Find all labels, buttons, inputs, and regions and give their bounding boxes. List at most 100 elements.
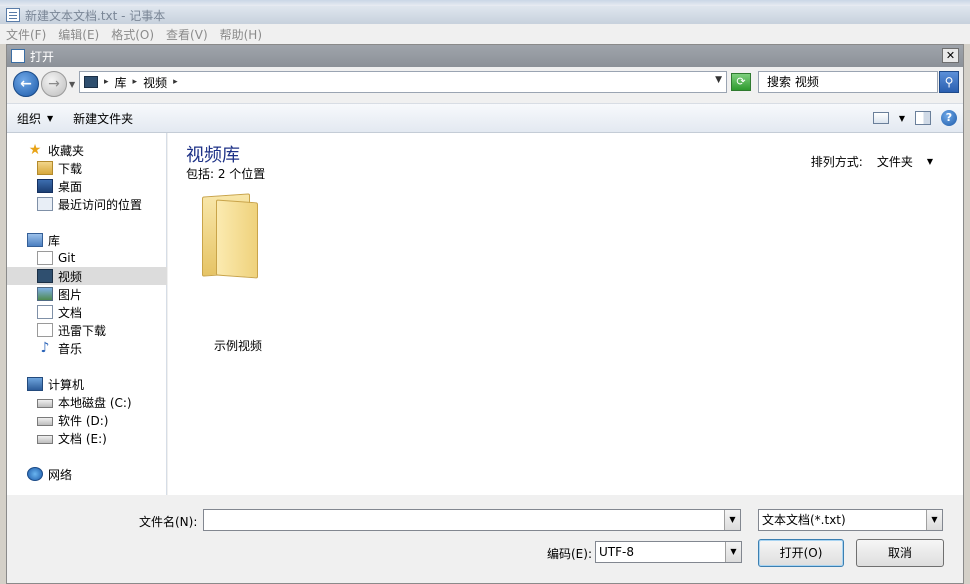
arrange-by-value[interactable]: 文件夹	[877, 153, 913, 170]
notepad-title: 新建文本文档.txt - 记事本	[25, 8, 166, 23]
notepad-title-bar: 新建文本文档.txt - 记事本	[0, 6, 970, 24]
nav-videos-label: 视频	[58, 269, 83, 284]
nav-drive-d-label: 软件 (D:)	[58, 413, 109, 428]
chevron-down-icon[interactable]: ▼	[725, 542, 741, 562]
nav-recent-places[interactable]: 最近访问的位置	[7, 195, 167, 213]
file-type-value: 文本文档(*.txt)	[762, 513, 846, 527]
chevron-down-icon[interactable]: ▼	[927, 157, 933, 166]
refresh-button[interactable]: ⟳	[731, 73, 751, 91]
filename-label: 文件名(N):	[139, 515, 198, 529]
video-icon	[37, 269, 53, 283]
encoding-value: UTF-8	[599, 545, 634, 559]
menu-view[interactable]: 查看(V)	[166, 26, 208, 43]
chevron-right-icon[interactable]: ▸	[104, 77, 109, 87]
folder-icon[interactable]	[198, 193, 258, 279]
nav-drive-e-label: 文档 (E:)	[58, 431, 107, 446]
search-input[interactable]: 搜索 视频	[758, 71, 938, 93]
breadcrumb-library[interactable]: 库	[115, 74, 127, 91]
address-dropdown-icon[interactable]: ▼	[715, 75, 722, 85]
xunlei-download-icon	[37, 323, 53, 337]
pictures-icon	[37, 287, 53, 301]
nav-favorites[interactable]: ★ 收藏夹	[7, 141, 167, 159]
file-list-pane: 视频库 包括: 2 个位置 排列方式: 文件夹 ▼ 示例视频	[168, 133, 963, 495]
nav-pictures[interactable]: 图片	[7, 285, 167, 303]
preview-pane-icon[interactable]	[915, 111, 931, 125]
arrange-by: 排列方式: 文件夹 ▼	[811, 153, 933, 170]
view-controls: ▼ ?	[872, 110, 957, 126]
nav-downloads-label: 下载	[58, 161, 83, 176]
nav-xunlei-downloads[interactable]: 迅雷下载	[7, 321, 167, 339]
library-title: 视频库	[186, 145, 240, 166]
nav-drive-e[interactable]: 文档 (E:)	[7, 429, 167, 447]
change-view-icon[interactable]	[872, 112, 889, 124]
nav-libraries-label: 库	[48, 233, 61, 248]
library-icon	[27, 233, 43, 247]
drive-icon	[37, 399, 53, 408]
chevron-down-icon[interactable]: ▼	[926, 510, 942, 530]
dialog-icon	[11, 49, 25, 63]
drive-icon	[37, 435, 53, 444]
video-library-icon	[84, 76, 98, 88]
downloads-icon	[37, 161, 53, 175]
new-folder-button[interactable]: 新建文件夹	[63, 104, 143, 132]
nav-drive-c[interactable]: 本地磁盘 (C:)	[7, 393, 167, 411]
address-row: ← → ▼ ▸ 库 ▸ 视频 ▸ ▼ ⟳ 搜索 视频 ⚲	[7, 67, 963, 101]
encoding-label: 编码(E):	[547, 547, 592, 561]
nav-git[interactable]: Git	[7, 249, 167, 267]
network-icon	[27, 467, 43, 481]
chevron-right-icon[interactable]: ▸	[133, 77, 138, 87]
filename-input[interactable]: ▼	[203, 509, 741, 531]
address-bar[interactable]: ▸ 库 ▸ 视频 ▸ ▼	[79, 71, 727, 93]
open-button[interactable]: 打开(O)	[758, 539, 844, 567]
nav-network-label: 网络	[48, 467, 73, 482]
git-library-icon	[37, 251, 53, 265]
menu-format[interactable]: 格式(O)	[111, 26, 154, 43]
nav-git-label: Git	[58, 251, 76, 265]
nav-music-label: 音乐	[58, 341, 83, 356]
nav-desktop[interactable]: 桌面	[7, 177, 167, 195]
nav-documents[interactable]: 文档	[7, 303, 167, 321]
encoding-select[interactable]: UTF-8 ▼	[595, 541, 742, 563]
chevron-down-icon[interactable]: ▼	[899, 114, 905, 123]
recent-pages-dropdown-icon[interactable]: ▼	[69, 80, 75, 89]
dialog-footer: 文件名(N): ▼ 文本文档(*.txt) ▼ 编码(E): UTF-8 ▼ 打…	[7, 495, 963, 583]
drive-icon	[37, 417, 53, 426]
command-bar: 组织 ▼ 新建文件夹 ▼ ?	[7, 103, 963, 133]
nav-documents-label: 文档	[58, 305, 83, 320]
close-button[interactable]: ✕	[942, 48, 959, 63]
chevron-right-icon[interactable]: ▸	[173, 77, 178, 87]
notepad-menu-bar: 文件(F) 编辑(E) 格式(O) 查看(V) 帮助(H)	[0, 24, 970, 44]
arrange-by-label: 排列方式:	[810, 155, 863, 169]
breadcrumb-video[interactable]: 视频	[143, 74, 167, 91]
nav-drive-d[interactable]: 软件 (D:)	[7, 411, 167, 429]
nav-music[interactable]: ♪ 音乐	[7, 339, 167, 357]
back-button[interactable]: ←	[13, 71, 39, 97]
nav-computer[interactable]: 计算机	[7, 375, 167, 393]
nav-libraries[interactable]: 库	[7, 231, 167, 249]
open-dialog: 打开 ✕ ← → ▼ ▸ 库 ▸ 视频 ▸ ▼ ⟳ 搜索 视频 ⚲ 组织 ▼ 新…	[6, 44, 964, 584]
dialog-title: 打开	[30, 49, 55, 64]
search-icon[interactable]: ⚲	[939, 71, 959, 93]
nav-downloads[interactable]: 下载	[7, 159, 167, 177]
notepad-icon	[6, 8, 20, 22]
nav-network[interactable]: 网络	[7, 465, 167, 483]
nav-favorites-label: 收藏夹	[48, 143, 85, 158]
forward-button[interactable]: →	[41, 71, 67, 97]
nav-xunlei-label: 迅雷下载	[58, 323, 107, 338]
library-includes[interactable]: 包括: 2 个位置	[186, 165, 265, 182]
menu-help[interactable]: 帮助(H)	[220, 26, 262, 43]
cancel-button[interactable]: 取消	[856, 539, 944, 567]
folder-item-label[interactable]: 示例视频	[198, 337, 278, 354]
organize-button[interactable]: 组织 ▼	[7, 104, 63, 132]
documents-icon	[37, 305, 53, 319]
menu-edit[interactable]: 编辑(E)	[58, 26, 99, 43]
organize-label: 组织	[17, 111, 42, 126]
file-type-select[interactable]: 文本文档(*.txt) ▼	[758, 509, 943, 531]
help-icon[interactable]: ?	[941, 110, 957, 126]
recent-places-icon	[37, 197, 53, 211]
desktop-icon	[37, 179, 53, 193]
nav-videos[interactable]: 视频	[7, 267, 167, 285]
nav-drive-c-label: 本地磁盘 (C:)	[58, 395, 132, 410]
chevron-down-icon[interactable]: ▼	[724, 510, 740, 530]
menu-file[interactable]: 文件(F)	[6, 26, 46, 43]
